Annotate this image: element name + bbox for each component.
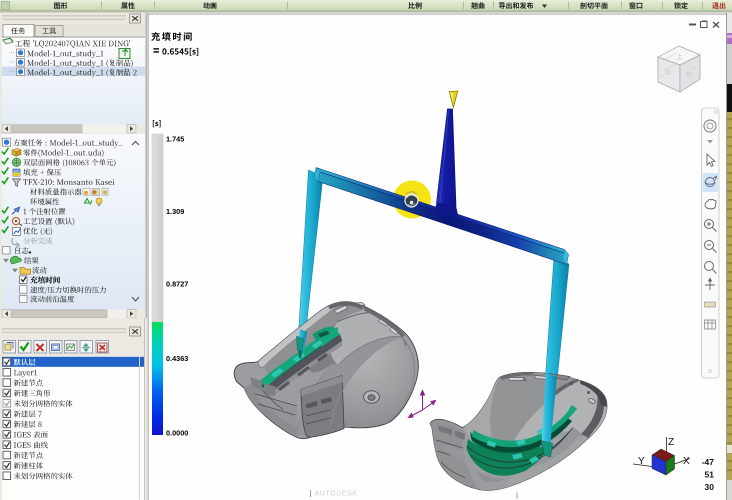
svg-text:Z: Z: [668, 437, 674, 448]
svg-text:0.4363: 0.4363: [166, 354, 188, 363]
svg-text:0.0000: 0.0000: [166, 429, 188, 438]
svg-text:-47: -47: [702, 457, 715, 467]
svg-text:0.8727: 0.8727: [166, 280, 188, 289]
svg-text:AUTODESK: AUTODESK: [315, 491, 358, 498]
svg-text:1.309: 1.309: [166, 207, 184, 216]
svg-text:30: 30: [705, 482, 715, 492]
svg-text:X: X: [683, 456, 690, 467]
svg-text:51: 51: [705, 470, 715, 480]
svg-text:1.745: 1.745: [166, 135, 184, 144]
svg-text:Y: Y: [638, 456, 645, 467]
